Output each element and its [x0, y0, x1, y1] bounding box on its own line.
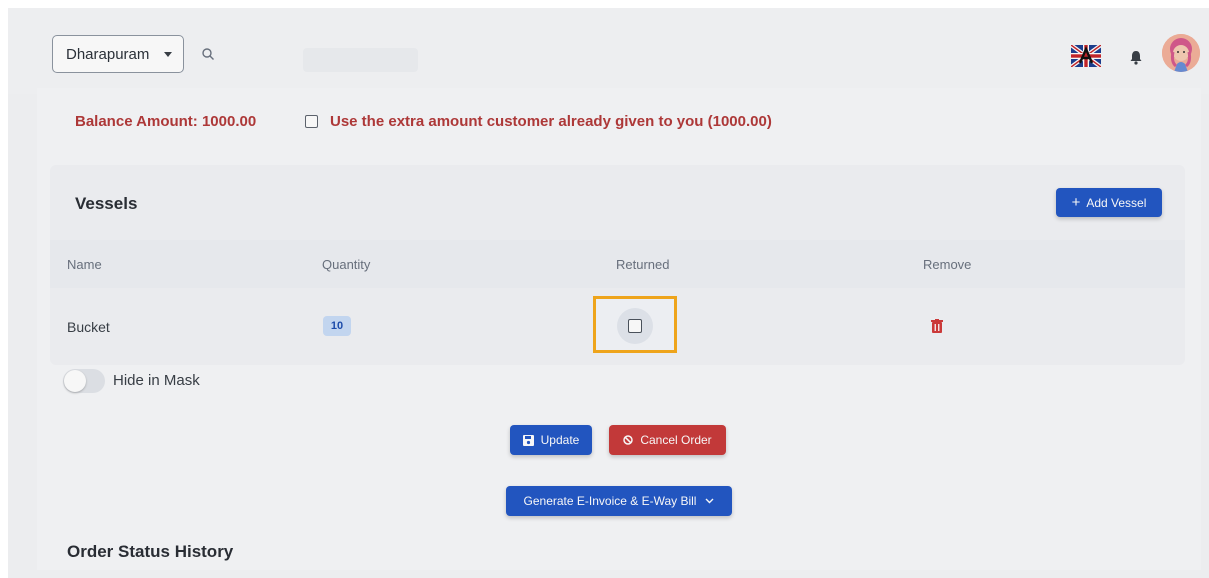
hide-in-mask-label: Hide in Mask [113, 372, 200, 389]
use-extra-amount-checkbox[interactable] [305, 115, 318, 128]
use-extra-amount-label: Use the extra amount customer already gi… [330, 113, 772, 130]
branch-select[interactable]: Dharapuram [52, 35, 184, 73]
vessel-name: Bucket [67, 319, 110, 335]
update-label: Update [540, 433, 580, 447]
chevron-down-icon [705, 498, 714, 504]
plus-icon: + [1071, 194, 1081, 211]
generate-einvoice-button[interactable]: Generate E-Invoice & E-Way Bill [506, 486, 732, 516]
quantity-badge: 10 [323, 316, 351, 336]
add-vessel-label: Add Vessel [1086, 195, 1147, 210]
caret-down-icon [164, 52, 172, 57]
uk-flag-icon[interactable] [1071, 45, 1101, 67]
search-suggestion-placeholder [303, 48, 418, 72]
avatar[interactable] [1162, 34, 1200, 72]
generate-einvoice-label: Generate E-Invoice & E-Way Bill [523, 494, 697, 508]
trash-icon[interactable] [931, 319, 943, 333]
update-button[interactable]: Update [510, 425, 592, 455]
avatar-image [1162, 34, 1200, 72]
ban-icon [623, 435, 634, 445]
search-icon [202, 48, 214, 60]
add-vessel-button[interactable]: + Add Vessel [1056, 188, 1162, 217]
branch-select-value: Dharapuram [66, 45, 150, 63]
column-header-remove: Remove [923, 257, 972, 272]
toggle-knob [64, 370, 86, 392]
column-header-name: Name [67, 257, 102, 272]
vessels-title: Vessels [75, 194, 138, 213]
bell-icon[interactable] [1129, 49, 1143, 65]
column-header-returned: Returned [616, 257, 670, 272]
save-icon [522, 434, 534, 446]
returned-checkbox[interactable] [628, 319, 642, 333]
top-bar: Dharapuram [8, 8, 1209, 94]
cancel-order-label: Cancel Order [640, 433, 712, 447]
hide-in-mask-toggle[interactable] [63, 369, 105, 393]
column-header-quantity: Quantity [322, 257, 371, 272]
balance-amount: Balance Amount: 1000.00 [75, 113, 257, 130]
order-status-history-title: Order Status History [67, 542, 234, 561]
cancel-order-button[interactable]: Cancel Order [609, 425, 726, 455]
